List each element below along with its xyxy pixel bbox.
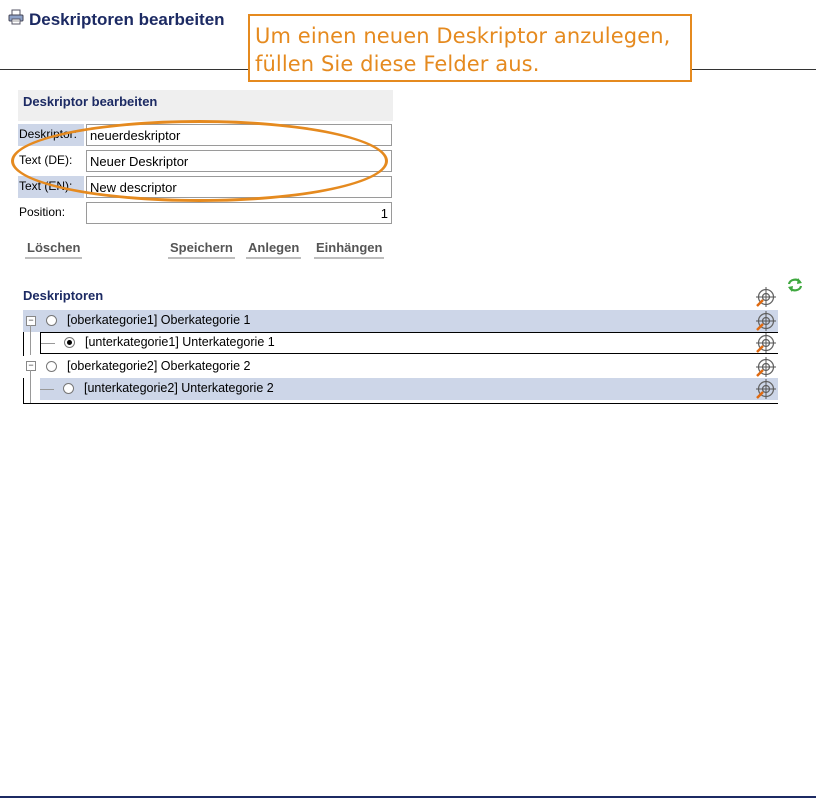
descriptor-label: Deskriptor:: [18, 124, 84, 146]
tree-row[interactable]: − [oberkategorie1] Oberkategorie 1: [23, 310, 778, 332]
tooltip-line-1: Um einen neuen Deskriptor anzulegen,: [255, 24, 671, 48]
descriptor-row: Deskriptor:: [18, 124, 393, 146]
radio-icon[interactable]: [63, 383, 74, 394]
target-icon[interactable]: [755, 378, 777, 400]
target-icon[interactable]: [755, 310, 777, 332]
radio-icon[interactable]: [64, 337, 75, 348]
text-en-row: Text (EN):: [18, 176, 393, 198]
delete-button[interactable]: Löschen: [25, 237, 83, 259]
tree-item-label: [oberkategorie2] Oberkategorie 2: [67, 359, 251, 373]
position-row: Position:: [18, 202, 393, 224]
target-icon[interactable]: [755, 332, 777, 354]
radio-icon[interactable]: [46, 361, 57, 372]
print-icon[interactable]: [8, 9, 24, 25]
radio-icon[interactable]: [46, 315, 57, 326]
position-label: Position:: [19, 205, 66, 219]
tree-connector: [41, 343, 55, 344]
save-button[interactable]: Speichern: [168, 237, 235, 259]
target-icon[interactable]: [755, 286, 777, 308]
tree-row[interactable]: [unterkategorie1] Unterkategorie 1: [40, 332, 778, 354]
help-tooltip: Um einen neuen Deskriptor anzulegen, fül…: [248, 14, 692, 82]
text-de-label: Text (DE):: [19, 153, 73, 167]
refresh-icon[interactable]: [786, 276, 804, 294]
text-en-input[interactable]: [86, 176, 392, 198]
tree-section-title: Deskriptoren: [23, 288, 104, 303]
tree-connector: [30, 370, 31, 403]
form-title: Deskriptor bearbeiten: [18, 90, 393, 121]
tree-row[interactable]: [unterkategorie2] Unterkategorie 2: [40, 378, 778, 400]
collapse-icon[interactable]: −: [26, 361, 36, 371]
text-en-label: Text (EN):: [18, 176, 84, 198]
tree-connector: [30, 325, 31, 355]
tree-item-label: [unterkategorie2] Unterkategorie 2: [84, 381, 274, 395]
position-input[interactable]: [86, 202, 392, 224]
text-de-row: Text (DE):: [18, 150, 393, 172]
footer-divider: [0, 796, 816, 798]
descriptor-form: Deskriptor bearbeiten Deskriptor: Text (…: [18, 90, 393, 224]
create-button[interactable]: Anlegen: [246, 237, 302, 259]
descriptor-tree: − [oberkategorie1] Oberkategorie 1 [unte…: [23, 310, 778, 404]
tree-item-label: [oberkategorie1] Oberkategorie 1: [67, 313, 251, 327]
tree-row[interactable]: − [oberkategorie2] Oberkategorie 2: [23, 356, 778, 378]
tree-item-label: [unterkategorie1] Unterkategorie 1: [85, 335, 275, 349]
descriptor-input[interactable]: [86, 124, 392, 146]
text-de-input[interactable]: [86, 150, 392, 172]
target-icon[interactable]: [755, 356, 777, 378]
tree-connector: [40, 389, 54, 390]
page-title: Deskriptoren bearbeiten: [29, 10, 225, 29]
tooltip-line-2: füllen Sie diese Felder aus.: [255, 52, 540, 76]
attach-button[interactable]: Einhängen: [314, 237, 385, 259]
collapse-icon[interactable]: −: [26, 316, 36, 326]
